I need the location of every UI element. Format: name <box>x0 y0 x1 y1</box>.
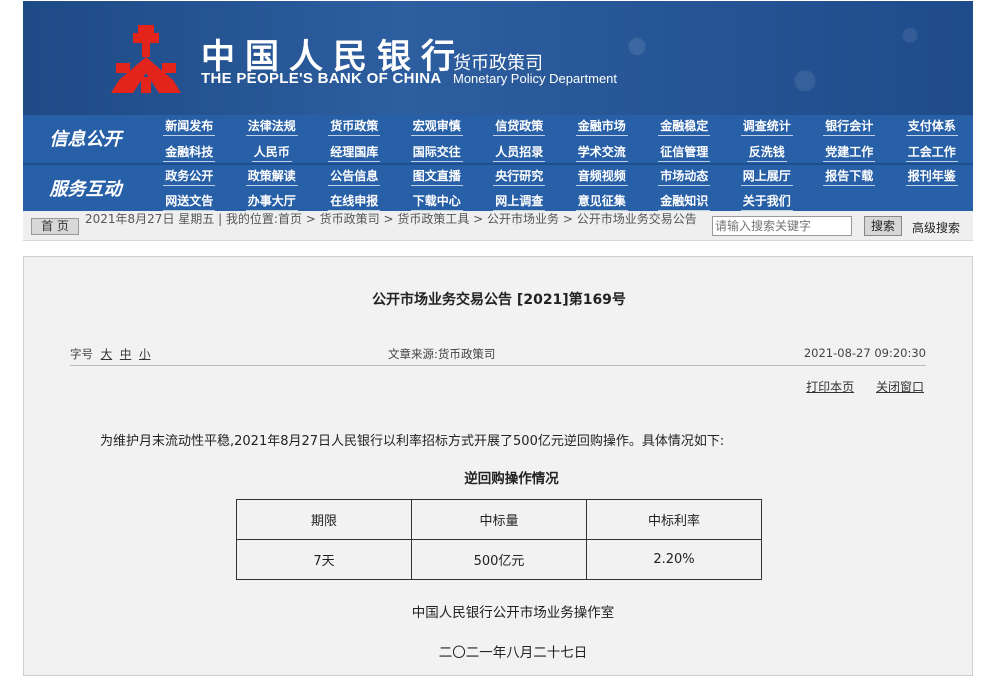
signature-date: 二〇二一年八月二十七日 <box>438 645 588 661</box>
nav-item[interactable]: 音频视频 <box>561 165 644 189</box>
nav-item[interactable]: 报告下载 <box>808 165 891 189</box>
pboc-emblem-icon[interactable] <box>111 25 181 93</box>
header-banner: 中国人民银行 THE PEOPLE'S BANK OF CHINA 货币政策司 … <box>23 1 973 115</box>
search-input[interactable] <box>712 216 852 236</box>
signature: 中国人民银行公开市场业务操作室 <box>411 605 615 621</box>
nav-item[interactable]: 新闻发布 <box>148 115 231 139</box>
table-header-cell: 期限 <box>236 499 412 540</box>
table-title: 逆回购操作情况 <box>464 471 559 487</box>
table-row: 7天 500亿元 2.20% <box>236 539 762 580</box>
breadcrumb-bar: 首 页 2021年8月27日 星期五 | 我的位置:首页 > 货币政策司 > 货… <box>23 211 973 241</box>
close-window-link[interactable]: 关闭窗口 <box>876 380 924 394</box>
font-size-medium-link[interactable]: 中 <box>120 347 132 361</box>
nav-item[interactable]: 征信管理 <box>643 141 726 165</box>
nav-item[interactable]: 信贷政策 <box>478 115 561 139</box>
nav-item[interactable]: 法律法规 <box>231 115 314 139</box>
article-panel: 公开市场业务交易公告 [2021]第169号 字号 大 中 小 文章来源:货币政… <box>23 256 973 676</box>
table-header-cell: 中标利率 <box>586 499 762 540</box>
breadcrumb: 2021年8月27日 星期五 | 我的位置:首页 > 货币政策司 > 货币政策工… <box>85 212 697 226</box>
nav-item[interactable]: 反洗钱 <box>726 141 809 165</box>
font-size-label: 字号 <box>70 347 93 361</box>
nav-item[interactable]: 人员招录 <box>478 141 561 165</box>
home-button[interactable]: 首 页 <box>31 218 79 235</box>
nav-item[interactable]: 国际交往 <box>396 141 479 165</box>
article-meta: 字号 大 中 小 文章来源:货币政策司 2021-08-27 09:20:30 <box>70 344 926 366</box>
nav-item[interactable]: 支付体系 <box>891 115 974 139</box>
page: 中国人民银行 THE PEOPLE'S BANK OF CHINA 货币政策司 … <box>0 0 981 676</box>
nav-row-1: 新闻发布 法律法规 货币政策 宏观审慎 信贷政策 金融市场 金融稳定 调查统计 … <box>23 115 973 139</box>
page-title: 公开市场业务交易公告 [2021]第169号 <box>372 292 626 308</box>
nav-row-2: 金融科技 人民币 经理国库 国际交往 人员招录 学术交流 征信管理 反洗钱 党建… <box>23 141 973 165</box>
table-cell: 2.20% <box>586 539 762 580</box>
advanced-search-link[interactable]: 高级搜索 <box>912 219 960 236</box>
nav-item[interactable]: 公告信息 <box>313 165 396 189</box>
nav-item[interactable]: 央行研究 <box>478 165 561 189</box>
nav-item[interactable]: 银行会计 <box>808 115 891 139</box>
nav-item[interactable]: 货币政策 <box>313 115 396 139</box>
search-button[interactable]: 搜索 <box>864 216 902 236</box>
article-datetime: 2021-08-27 09:20:30 <box>803 346 926 360</box>
bank-name-en: THE PEOPLE'S BANK OF CHINA <box>201 70 442 87</box>
nav-item[interactable]: 宏观审慎 <box>396 115 479 139</box>
operations-table: 期限 中标量 中标利率 7天 500亿元 2.20% <box>236 499 762 580</box>
print-link[interactable]: 打印本页 <box>806 380 854 394</box>
table-cell: 500亿元 <box>411 539 587 580</box>
nav-item[interactable]: 政策解读 <box>231 165 314 189</box>
nav-item[interactable]: 学术交流 <box>561 141 644 165</box>
nav-item[interactable]: 调查统计 <box>726 115 809 139</box>
nav-item[interactable]: 人民币 <box>231 141 314 165</box>
nav-item[interactable]: 市场动态 <box>643 165 726 189</box>
nav-item[interactable]: 金融稳定 <box>643 115 726 139</box>
banner-decoration <box>553 1 973 115</box>
font-size-large-link[interactable]: 大 <box>101 347 113 361</box>
nav-item[interactable]: 图文直播 <box>396 165 479 189</box>
font-size-control: 字号 大 中 小 <box>70 346 150 362</box>
nav-item[interactable]: 党建工作 <box>808 141 891 165</box>
table-header-row: 期限 中标量 中标利率 <box>236 499 762 540</box>
department-name-en: Monetary Policy Department <box>453 71 618 86</box>
article-body: 为维护月末流动性平稳,2021年8月27日人民银行以利率招标方式开展了500亿元… <box>100 434 725 449</box>
nav-item[interactable]: 金融市场 <box>561 115 644 139</box>
table-cell: 7天 <box>236 539 412 580</box>
nav-item[interactable]: 工会工作 <box>891 141 974 165</box>
nav-item[interactable]: 网上展厅 <box>726 165 809 189</box>
nav-item[interactable]: 报刊年鉴 <box>891 165 974 189</box>
nav-row-3: 政务公开 政策解读 公告信息 图文直播 央行研究 音频视频 市场动态 网上展厅 … <box>23 165 973 189</box>
main-nav: 信息公开 服务互动 新闻发布 法律法规 货币政策 宏观审慎 信贷政策 金融市场 … <box>23 115 973 211</box>
article-actions: 打印本页 关闭窗口 <box>788 378 924 395</box>
nav-item[interactable]: 金融科技 <box>148 141 231 165</box>
nav-item[interactable]: 政务公开 <box>148 165 231 189</box>
font-size-small-link[interactable]: 小 <box>139 347 151 361</box>
nav-item[interactable]: 经理国库 <box>313 141 396 165</box>
table-header-cell: 中标量 <box>411 499 587 540</box>
article-source: 文章来源:货币政策司 <box>388 347 496 361</box>
